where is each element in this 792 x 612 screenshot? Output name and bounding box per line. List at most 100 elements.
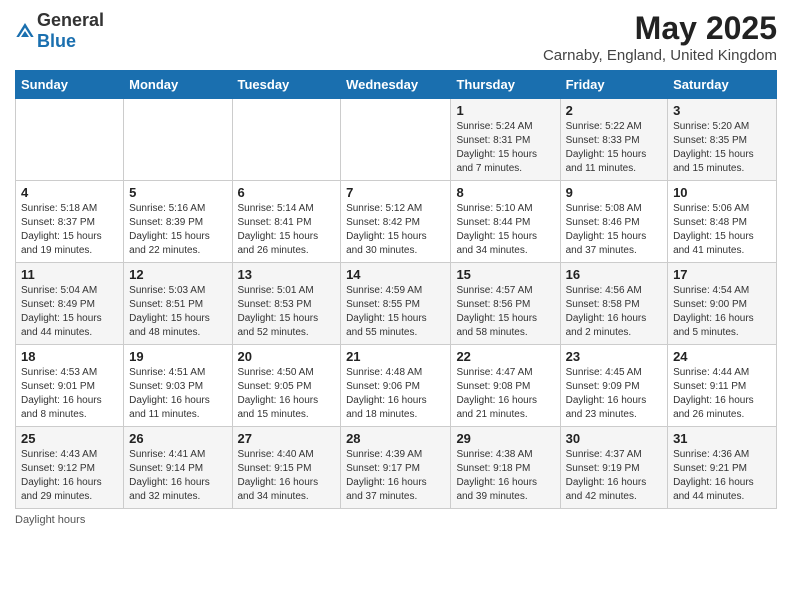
calendar-cell: 13Sunrise: 5:01 AM Sunset: 8:53 PM Dayli… [232,263,341,345]
calendar-cell: 8 Sunrise: 5:10 AM Sunset: 8:44 PM Daylig… [451,181,560,263]
day-info: Sunrise: 4:53 AM Sunset: 9:01 PM Dayligh… [21,366,118,422]
day-number: 17 [673,267,771,282]
calendar-cell: 4 Sunrise: 5:18 AM Sunset: 8:37 PM Daylig… [16,181,124,263]
day-number: 15 [456,267,554,282]
day-info: Sunrise: 5:04 AM Sunset: 8:49 PM Dayligh… [21,284,118,340]
day-info: Sunrise: 4:40 AM Sunset: 9:15 PM Dayligh… [238,448,336,504]
calendar-day-header: Friday [560,71,667,99]
day-number: 19 [129,349,226,364]
calendar-cell: 1 Sunrise: 5:24 AM Sunset: 8:31 PM Daylig… [451,99,560,181]
calendar-table: SundayMondayTuesdayWednesdayThursdayFrid… [15,70,777,509]
logo-text-general: General [37,10,104,30]
calendar-cell: 23 Sunrise: 4:45 AM Sunset: 9:09 PM Dayli… [560,345,667,427]
calendar-cell: 26 Sunrise: 4:41 AM Sunset: 9:14 PM Dayli… [124,427,232,509]
footer-note: Daylight hours [15,514,777,526]
day-info: Sunrise: 5:01 AM Sunset: 8:53 PM Dayligh… [238,284,336,340]
day-info: Sunrise: 5:14 AM Sunset: 8:41 PM Dayligh… [238,202,336,258]
calendar-day-header: Sunday [16,71,124,99]
calendar-day-header: Saturday [668,71,777,99]
calendar-header-row: SundayMondayTuesdayWednesdayThursdayFrid… [16,71,777,99]
day-number: 8 [456,185,554,200]
calendar-cell: 11 Sunrise: 5:04 AM Sunset: 8:49 PM Dayli… [16,263,124,345]
calendar-cell: 27 Sunrise: 4:40 AM Sunset: 9:15 PM Dayli… [232,427,341,509]
calendar-cell: 31Sunrise: 4:36 AM Sunset: 9:21 PM Dayli… [668,427,777,509]
day-number: 4 [21,185,118,200]
day-number: 22 [456,349,554,364]
calendar-cell: 19 Sunrise: 4:51 AM Sunset: 9:03 PM Dayli… [124,345,232,427]
calendar-cell: 28Sunrise: 4:39 AM Sunset: 9:17 PM Dayli… [341,427,451,509]
calendar-cell: 15Sunrise: 4:57 AM Sunset: 8:56 PM Dayli… [451,263,560,345]
calendar-cell: 9 Sunrise: 5:08 AM Sunset: 8:46 PM Daylig… [560,181,667,263]
calendar-cell: 2 Sunrise: 5:22 AM Sunset: 8:33 PM Daylig… [560,99,667,181]
day-info: Sunrise: 4:38 AM Sunset: 9:18 PM Dayligh… [456,448,554,504]
calendar-cell: 20 Sunrise: 4:50 AM Sunset: 9:05 PM Dayli… [232,345,341,427]
calendar-cell: 18 Sunrise: 4:53 AM Sunset: 9:01 PM Dayli… [16,345,124,427]
day-number: 2 [566,103,662,118]
day-info: Sunrise: 5:24 AM Sunset: 8:31 PM Dayligh… [456,120,554,176]
calendar-cell: 29 Sunrise: 4:38 AM Sunset: 9:18 PM Dayli… [451,427,560,509]
calendar-cell: 22 Sunrise: 4:47 AM Sunset: 9:08 PM Dayli… [451,345,560,427]
calendar-cell: 7Sunrise: 5:12 AM Sunset: 8:42 PM Daylig… [341,181,451,263]
calendar-cell: 6 Sunrise: 5:14 AM Sunset: 8:41 PM Daylig… [232,181,341,263]
day-info: Sunrise: 5:20 AM Sunset: 8:35 PM Dayligh… [673,120,771,176]
day-info: Sunrise: 4:43 AM Sunset: 9:12 PM Dayligh… [21,448,118,504]
day-info: Sunrise: 5:03 AM Sunset: 8:51 PM Dayligh… [129,284,226,340]
day-number: 11 [21,267,118,282]
day-number: 24 [673,349,771,364]
calendar-cell: 10Sunrise: 5:06 AM Sunset: 8:48 PM Dayli… [668,181,777,263]
day-number: 18 [21,349,118,364]
day-info: Sunrise: 5:10 AM Sunset: 8:44 PM Dayligh… [456,202,554,258]
day-number: 1 [456,103,554,118]
calendar-cell: 21 Sunrise: 4:48 AM Sunset: 9:06 PM Dayli… [341,345,451,427]
day-number: 25 [21,431,118,446]
day-info: Sunrise: 4:45 AM Sunset: 9:09 PM Dayligh… [566,366,662,422]
calendar-week-row: 4 Sunrise: 5:18 AM Sunset: 8:37 PM Daylig… [16,181,777,263]
day-info: Sunrise: 4:54 AM Sunset: 9:00 PM Dayligh… [673,284,771,340]
day-info: Sunrise: 4:37 AM Sunset: 9:19 PM Dayligh… [566,448,662,504]
day-number: 16 [566,267,662,282]
day-number: 3 [673,103,771,118]
day-number: 20 [238,349,336,364]
day-info: Sunrise: 4:39 AM Sunset: 9:17 PM Dayligh… [346,448,445,504]
day-info: Sunrise: 5:22 AM Sunset: 8:33 PM Dayligh… [566,120,662,176]
day-number: 21 [346,349,445,364]
day-number: 23 [566,349,662,364]
day-info: Sunrise: 4:44 AM Sunset: 9:11 PM Dayligh… [673,366,771,422]
day-info: Sunrise: 4:41 AM Sunset: 9:14 PM Dayligh… [129,448,226,504]
day-number: 14 [346,267,445,282]
day-info: Sunrise: 5:16 AM Sunset: 8:39 PM Dayligh… [129,202,226,258]
day-number: 10 [673,185,771,200]
calendar-cell: 14Sunrise: 4:59 AM Sunset: 8:55 PM Dayli… [341,263,451,345]
main-title: May 2025 [543,10,777,47]
calendar-cell [341,99,451,181]
calendar-cell: 17 Sunrise: 4:54 AM Sunset: 9:00 PM Dayli… [668,263,777,345]
calendar-cell [232,99,341,181]
day-number: 31 [673,431,771,446]
page-header: General Blue May 2025 Carnaby, England, … [15,10,777,64]
day-number: 26 [129,431,226,446]
day-number: 30 [566,431,662,446]
day-info: Sunrise: 4:48 AM Sunset: 9:06 PM Dayligh… [346,366,445,422]
day-info: Sunrise: 4:47 AM Sunset: 9:08 PM Dayligh… [456,366,554,422]
day-info: Sunrise: 5:08 AM Sunset: 8:46 PM Dayligh… [566,202,662,258]
calendar-cell: 30 Sunrise: 4:37 AM Sunset: 9:19 PM Dayli… [560,427,667,509]
day-info: Sunrise: 4:51 AM Sunset: 9:03 PM Dayligh… [129,366,226,422]
calendar-cell: 24 Sunrise: 4:44 AM Sunset: 9:11 PM Dayli… [668,345,777,427]
day-info: Sunrise: 5:12 AM Sunset: 8:42 PM Dayligh… [346,202,445,258]
calendar-week-row: 18 Sunrise: 4:53 AM Sunset: 9:01 PM Dayli… [16,345,777,427]
day-info: Sunrise: 4:56 AM Sunset: 8:58 PM Dayligh… [566,284,662,340]
calendar-day-header: Thursday [451,71,560,99]
day-info: Sunrise: 4:50 AM Sunset: 9:05 PM Dayligh… [238,366,336,422]
day-number: 29 [456,431,554,446]
calendar-day-header: Wednesday [341,71,451,99]
day-number: 27 [238,431,336,446]
day-info: Sunrise: 5:18 AM Sunset: 8:37 PM Dayligh… [21,202,118,258]
logo-icon [15,21,35,41]
calendar-week-row: 11 Sunrise: 5:04 AM Sunset: 8:49 PM Dayli… [16,263,777,345]
logo: General Blue [15,10,104,52]
day-number: 9 [566,185,662,200]
calendar-cell: 16 Sunrise: 4:56 AM Sunset: 8:58 PM Dayli… [560,263,667,345]
day-number: 5 [129,185,226,200]
calendar-cell: 25 Sunrise: 4:43 AM Sunset: 9:12 PM Dayli… [16,427,124,509]
day-number: 6 [238,185,336,200]
